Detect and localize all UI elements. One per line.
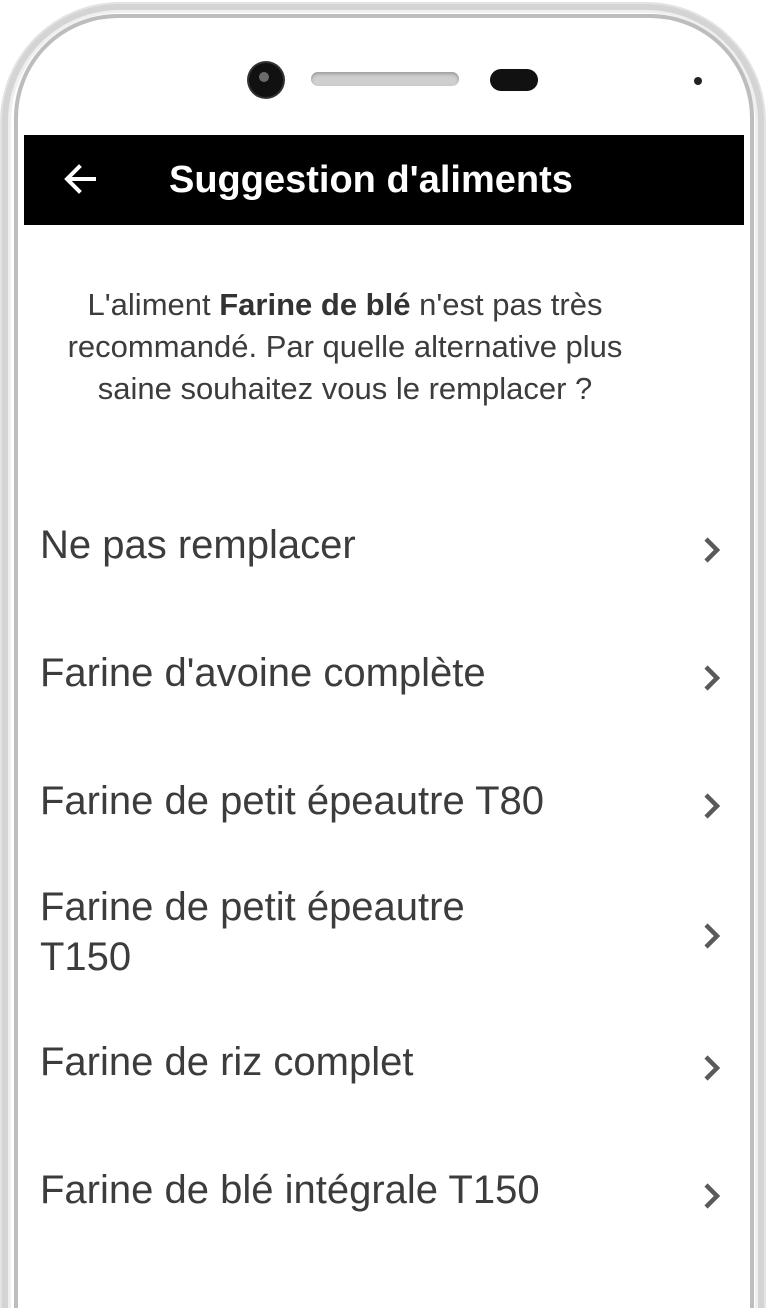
option-ne-pas-remplacer[interactable]: Ne pas remplacer <box>24 480 744 608</box>
option-farine-avoine-complete[interactable]: Farine d'avoine complète <box>24 608 744 736</box>
arrow-left-icon <box>64 164 96 194</box>
back-button[interactable] <box>60 159 100 199</box>
chevron-right-icon <box>700 664 724 692</box>
intro-food-name: Farine de blé <box>219 287 411 322</box>
chevron-right-icon <box>700 1182 724 1210</box>
page-title: Suggestion d'aliments <box>169 159 573 201</box>
chevron-right-icon <box>700 922 724 950</box>
front-camera-icon <box>249 63 283 97</box>
option-label: Ne pas remplacer <box>40 523 356 567</box>
notification-led-icon <box>694 77 702 85</box>
intro-prefix: L'aliment <box>87 287 220 322</box>
chevron-right-icon <box>700 536 724 564</box>
option-label: Farine d'avoine complète <box>40 651 486 695</box>
option-label: Farine de blé intégrale T150 <box>40 1168 540 1212</box>
option-farine-petit-epeautre-t150[interactable]: Farine de petit épeautre T150 <box>24 860 744 1010</box>
option-label: Farine de petit épeautre T80 <box>40 779 545 823</box>
chevron-right-icon <box>700 792 724 820</box>
option-farine-riz-complet[interactable]: Farine de riz complet <box>24 1010 744 1138</box>
proximity-sensor-icon <box>490 69 538 91</box>
phone-screen: Suggestion d'aliments L'aliment Farine d… <box>0 0 770 1308</box>
option-label: Farine de riz complet <box>40 1040 414 1084</box>
option-label: Farine de petit épeautre T150 <box>40 885 465 979</box>
intro-text: L'aliment Farine de blé n'est pas très r… <box>40 284 650 410</box>
earpiece-speaker-icon <box>311 72 459 86</box>
app-bar: Suggestion d'aliments <box>24 135 744 225</box>
option-farine-petit-epeautre-t80[interactable]: Farine de petit épeautre T80 <box>24 736 744 860</box>
chevron-right-icon <box>700 1054 724 1082</box>
option-farine-ble-integrale-t150[interactable]: Farine de blé intégrale T150 <box>24 1138 744 1266</box>
